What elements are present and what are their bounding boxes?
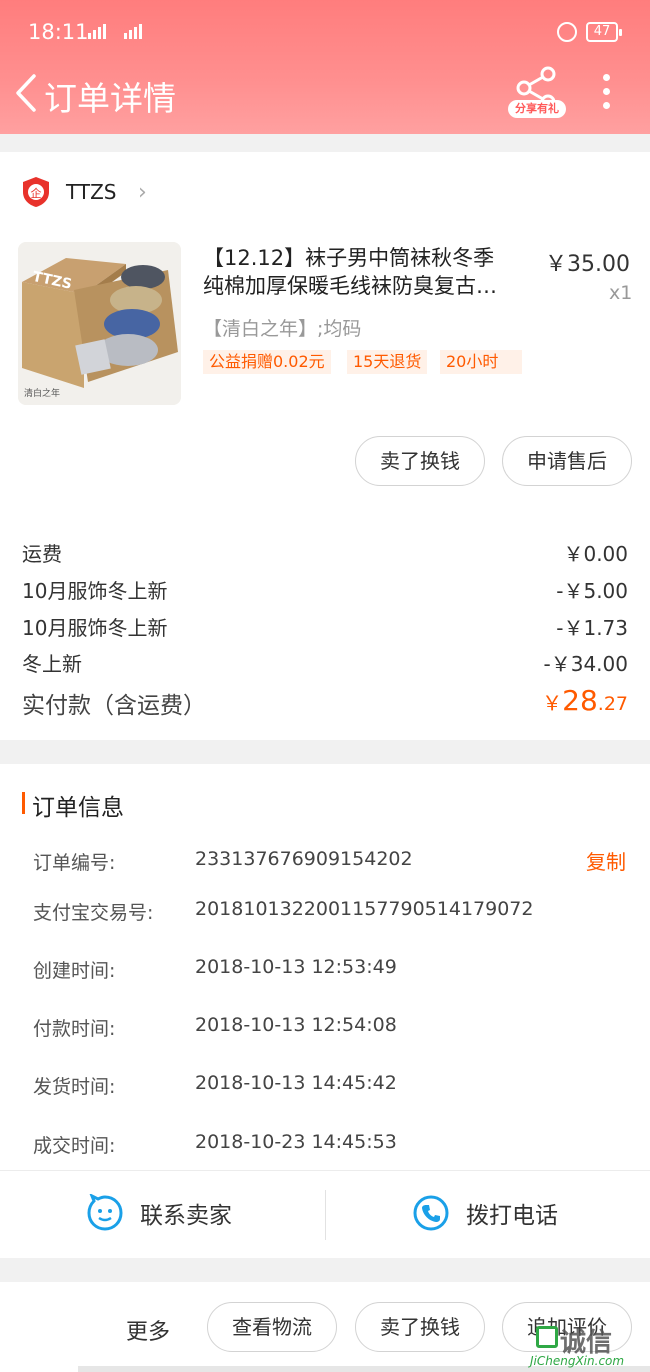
fee-label: 冬上新 (22, 652, 82, 676)
signal-4g-icon (124, 24, 144, 39)
product-sku: 【清白之年】;均码 (203, 318, 362, 340)
product-title-line1: 【12.12】袜子男中筒袜秋冬季 (203, 246, 495, 270)
info-value: 2018-10-13 12:54:08 (195, 1014, 397, 1036)
product-quantity: x1 (609, 282, 633, 304)
divider (325, 1190, 326, 1240)
tag-time: 20小时 (440, 350, 522, 374)
fee-label: 10月服饰冬上新 (22, 579, 168, 603)
paid-integer: 28 (562, 684, 598, 717)
call-phone-button[interactable]: 拨打电话 (466, 1196, 558, 1230)
status-bar: 18:11 47 (0, 0, 650, 64)
info-value: 233137676909154202 (195, 848, 413, 870)
paid-amount-label: 实付款（含运费） (22, 693, 206, 719)
info-key: 创建时间: (33, 960, 116, 982)
watermark-url: JiChengXin.com (530, 1354, 625, 1368)
product-price: ￥35.00 (545, 252, 630, 277)
tag-charity: 公益捐赠0.02元 (203, 350, 331, 374)
section-accent-bar (22, 792, 25, 814)
app-header: 18:11 47 订单详情 分享有礼 (0, 0, 650, 134)
after-sale-button[interactable]: 申请售后 (502, 436, 632, 486)
page-title: 订单详情 (44, 79, 176, 118)
shop-name[interactable]: TTZS (66, 180, 116, 204)
fee-label: 10月服饰冬上新 (22, 616, 168, 640)
info-key: 支付宝交易号: (33, 902, 154, 924)
info-value: 2018-10-23 14:45:53 (195, 1131, 397, 1153)
order-info-title: 订单信息 (32, 795, 124, 821)
fee-value: -￥1.73 (556, 616, 628, 640)
fee-value: ￥0.00 (563, 542, 628, 566)
currency-symbol: ￥ (542, 691, 563, 715)
resell-button[interactable]: 卖了换钱 (355, 436, 485, 486)
tag-return-policy: 15天退货 (347, 350, 428, 374)
lock-icon (557, 22, 577, 42)
paid-amount: ￥28.27 (542, 684, 628, 717)
shop-badge-icon: 企 (23, 177, 49, 207)
copy-button[interactable]: 复制 (586, 846, 626, 875)
status-time: 18:11 (28, 20, 89, 44)
divider (0, 1170, 650, 1171)
battery-icon: 47 (586, 22, 622, 42)
chat-icon[interactable] (86, 1194, 124, 1232)
paid-decimal: .27 (597, 693, 628, 715)
more-options-icon[interactable] (596, 74, 616, 110)
info-key: 发货时间: (33, 1076, 116, 1098)
share-reward-label[interactable]: 分享有礼 (508, 100, 566, 118)
watermark-logo: 诚信 JiChengXin.com (526, 1322, 650, 1372)
product-thumbnail[interactable]: TTZS 清白之年 (18, 242, 181, 405)
signal-2g-icon (88, 24, 108, 39)
back-arrow-icon[interactable] (12, 70, 42, 116)
product-title-line2: 纯棉加厚保暖毛线袜防臭复古… (203, 274, 497, 298)
info-value: 2018-10-13 12:53:49 (195, 956, 397, 978)
info-value: 2018101322001157790514179072 (195, 898, 534, 920)
product-title[interactable]: 【12.12】袜子男中筒袜秋冬季 纯棉加厚保暖毛线袜防臭复古… (203, 244, 523, 300)
chevron-right-icon[interactable]: › (138, 180, 147, 205)
info-key: 付款时间: (33, 1018, 116, 1040)
view-logistics-button[interactable]: 查看物流 (207, 1302, 337, 1352)
fee-label: 运费 (22, 542, 62, 566)
fee-value: -￥34.00 (543, 652, 628, 676)
more-button[interactable]: 更多 (126, 1314, 170, 1346)
info-value: 2018-10-13 14:45:42 (195, 1072, 397, 1094)
contact-seller-button[interactable]: 联系卖家 (140, 1196, 232, 1230)
resell-button[interactable]: 卖了换钱 (355, 1302, 485, 1352)
svg-text:清白之年: 清白之年 (24, 387, 60, 399)
fee-value: -￥5.00 (556, 579, 628, 603)
phone-icon[interactable] (412, 1194, 450, 1232)
svg-text:企: 企 (31, 186, 42, 200)
info-key: 成交时间: (33, 1135, 116, 1157)
order-info-card (0, 764, 650, 1258)
info-key: 订单编号: (33, 852, 116, 874)
